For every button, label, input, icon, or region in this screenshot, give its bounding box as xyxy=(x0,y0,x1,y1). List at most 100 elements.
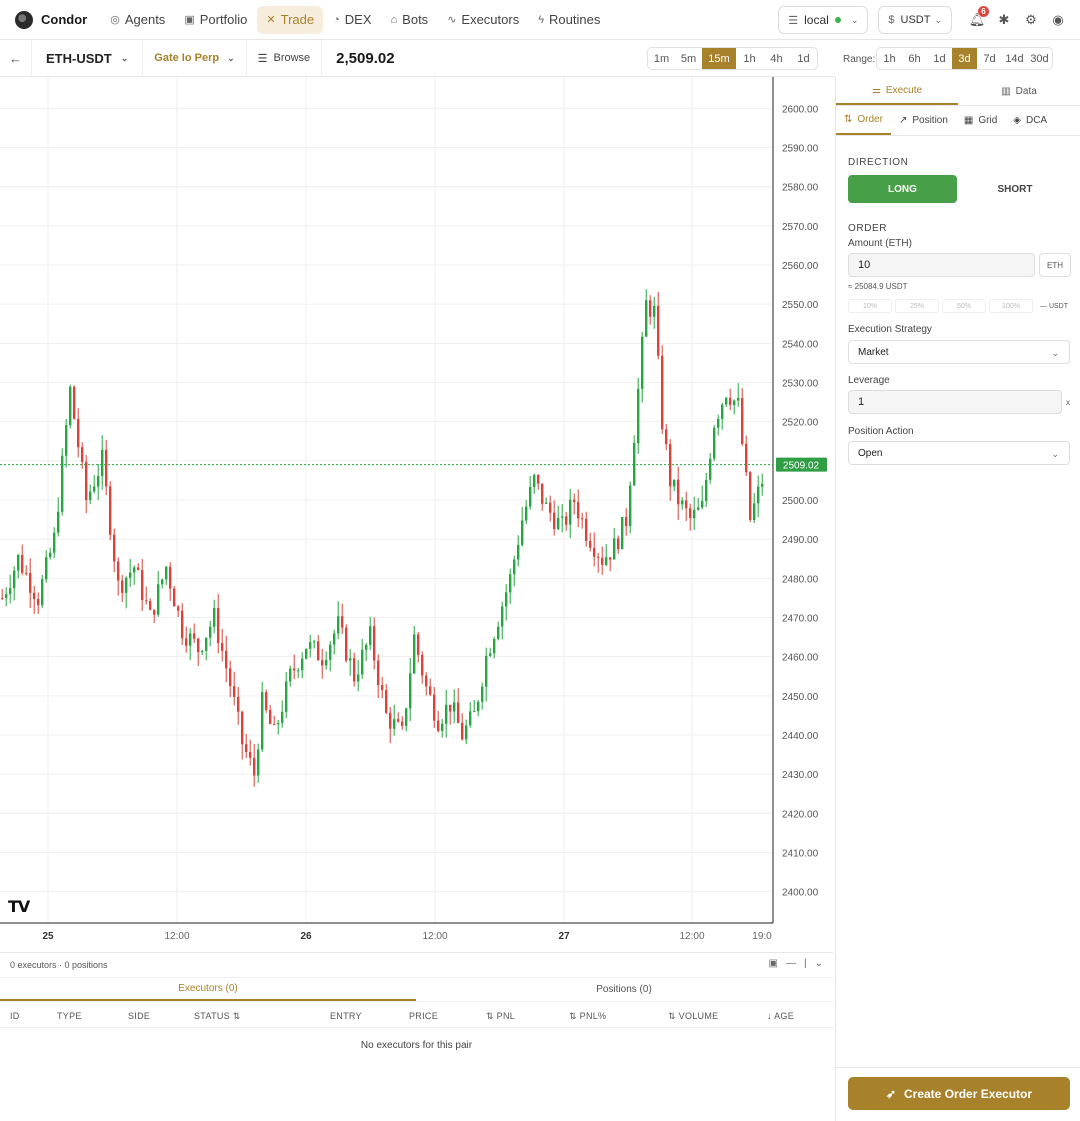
nav-item-dex[interactable]: ◔ DEX xyxy=(324,6,380,34)
pct-25-button[interactable]: 25% xyxy=(895,299,939,313)
tradingview-logo-icon[interactable]: TV xyxy=(8,897,30,916)
strategy-select[interactable]: Market ⌄ xyxy=(848,340,1070,364)
col-pnl[interactable]: ⇅ PNL xyxy=(486,1011,515,1022)
price-chart[interactable]: 2600.00 2590.00 2580.00 2570.00 2560.00 2550.… xyxy=(0,77,835,947)
timeframe-1d[interactable]: 1d xyxy=(790,48,817,69)
notifications-button[interactable]: 🔔︎ 6 xyxy=(965,6,989,32)
pct-100-button[interactable]: 100% xyxy=(989,299,1033,313)
col-volume[interactable]: ⇅ VOLUME xyxy=(668,1011,718,1022)
y-tick-label: 2500.00 xyxy=(782,496,819,507)
candle-up xyxy=(69,386,72,426)
pct-10-button[interactable]: 10% xyxy=(848,299,892,313)
pct-50-button[interactable]: 50% xyxy=(942,299,986,313)
minimize-icon[interactable]: — xyxy=(786,958,796,969)
tab-executors[interactable]: Executors (0) xyxy=(0,978,416,1001)
chevron-down-icon[interactable]: ⌄ xyxy=(815,958,823,969)
timeframe-4h[interactable]: 4h xyxy=(763,48,790,69)
tab-execute[interactable]: ⚌ Execute xyxy=(836,77,958,105)
candle-down xyxy=(353,658,356,682)
candle-up xyxy=(409,673,412,709)
candlestick-chart-svg[interactable]: 2600.00 2590.00 2580.00 2570.00 2560.00 2550.… xyxy=(0,77,835,947)
candle-up xyxy=(101,449,104,477)
create-order-executor-button[interactable]: ➶ Create Order Executor xyxy=(848,1077,1070,1110)
range-1h[interactable]: 1h xyxy=(877,48,902,69)
col-price[interactable]: PRICE xyxy=(409,1011,438,1021)
candle-up xyxy=(129,572,132,578)
timeframe-1m[interactable]: 1m xyxy=(648,48,675,69)
candle-down xyxy=(249,751,252,758)
timeframe-1h[interactable]: 1h xyxy=(736,48,763,69)
candle-down xyxy=(345,627,348,661)
candle-up xyxy=(261,692,264,750)
empty-state: No executors for this pair xyxy=(360,1040,473,1051)
candle-up xyxy=(521,520,524,545)
col-entry[interactable]: ENTRY xyxy=(330,1011,362,1021)
visibility-button[interactable]: ◉ xyxy=(1046,8,1070,32)
tab-data[interactable]: ▥ Data xyxy=(958,77,1080,105)
candle-down xyxy=(665,429,668,445)
candle-down xyxy=(221,643,224,651)
short-button[interactable]: SHORT xyxy=(962,175,1068,203)
amount-conversion: ≈ 25084.9 USDT xyxy=(848,282,908,291)
back-button[interactable]: ← xyxy=(0,39,32,77)
timeframe-15m[interactable]: 15m xyxy=(702,48,736,69)
candle-down xyxy=(293,668,296,671)
nav-item-agents[interactable]: ◎ Agents xyxy=(101,6,174,34)
range-3d[interactable]: 3d xyxy=(952,48,977,69)
candle-up xyxy=(17,555,20,571)
pair-selector[interactable]: ETH-USDT ⌄ xyxy=(32,39,144,77)
tab-position[interactable]: ↗ Position xyxy=(891,106,956,135)
candle-down xyxy=(181,610,184,639)
nav-item-portfolio[interactable]: ▣ Portfolio xyxy=(175,6,256,34)
list-icon: ☰ xyxy=(257,52,268,65)
leverage-input[interactable]: 1 xyxy=(848,390,1062,414)
chevron-down-icon: ⌄ xyxy=(120,52,129,63)
range-7d[interactable]: 7d xyxy=(977,48,1002,69)
candle-up xyxy=(621,517,624,550)
nav-item-executors[interactable]: ∿ Executors xyxy=(438,6,528,34)
col-age[interactable]: ↓ AGE xyxy=(767,1011,794,1021)
tab-order[interactable]: ⇅ Order xyxy=(836,106,891,135)
candle-down xyxy=(81,447,84,462)
candle-up xyxy=(61,455,64,512)
col-type[interactable]: TYPE xyxy=(57,1011,82,1021)
eye-icon: ◉ xyxy=(1052,12,1064,27)
col-pnl-pct[interactable]: ⇅ PNL% xyxy=(569,1011,606,1022)
range-30d[interactable]: 30d xyxy=(1027,48,1052,69)
exchange-selector[interactable]: Gate Io Perp ⌄ xyxy=(143,39,247,77)
candle-up xyxy=(97,476,100,487)
range-14d[interactable]: 14d xyxy=(1002,48,1027,69)
timeframe-5m[interactable]: 5m xyxy=(675,48,702,69)
save-icon[interactable]: ▣ xyxy=(769,958,778,969)
browse-button[interactable]: ☰ Browse xyxy=(247,39,323,77)
gear-icon: ⚙ xyxy=(1025,12,1037,27)
position-action-select[interactable]: Open ⌄ xyxy=(848,441,1070,465)
settings-button[interactable]: ⚙ xyxy=(1019,8,1043,32)
range-selector: 1h 6h 1d 3d 7d 14d 30d xyxy=(876,47,1053,70)
candle-down xyxy=(429,686,432,695)
range-6h[interactable]: 6h xyxy=(902,48,927,69)
candle-down xyxy=(121,580,124,593)
col-id[interactable]: ID xyxy=(10,1011,20,1021)
long-button[interactable]: LONG xyxy=(848,175,957,203)
brand[interactable]: Condor xyxy=(15,10,87,29)
nav-item-trade[interactable]: ✕ Trade xyxy=(257,5,324,34)
candle-down xyxy=(73,386,76,419)
amount-unit-toggle[interactable]: ETH xyxy=(1039,253,1071,277)
col-side[interactable]: SIDE xyxy=(128,1011,150,1021)
nav-item-bots[interactable]: ⌂ Bots xyxy=(382,6,438,34)
candle-up xyxy=(285,681,288,712)
amount-input[interactable]: 10 xyxy=(848,253,1035,277)
nav-item-routines[interactable]: ϟ Routines xyxy=(529,6,609,34)
pair-name: ETH-USDT xyxy=(46,50,112,66)
range-1d[interactable]: 1d xyxy=(927,48,952,69)
tab-grid[interactable]: ▦ Grid xyxy=(956,106,1005,135)
candle-down xyxy=(273,723,276,725)
col-status[interactable]: STATUS ⇅ xyxy=(194,1011,241,1022)
tab-dca[interactable]: ◈ DCA xyxy=(1005,106,1055,135)
debug-button[interactable]: ✱ xyxy=(992,8,1016,32)
tab-positions[interactable]: Positions (0) xyxy=(416,978,832,1001)
available-balance: — USDT xyxy=(1040,302,1068,310)
currency-selector[interactable]: $ USDT ⌄ xyxy=(878,6,952,34)
server-selector[interactable]: ☰ local ⌄ xyxy=(778,6,869,34)
